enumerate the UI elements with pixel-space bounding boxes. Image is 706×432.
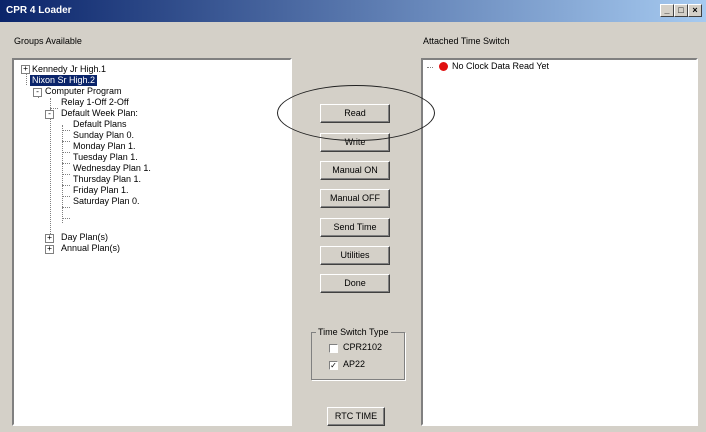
collapse-computer-program-icon[interactable]: - xyxy=(33,88,42,97)
send-time-button[interactable]: Send Time xyxy=(320,218,390,237)
expand-day-plans-icon[interactable]: + xyxy=(45,234,54,243)
ap22-checkbox[interactable]: ✓ xyxy=(329,361,338,370)
tree-node-default-week-plan[interactable]: Default Week Plan: xyxy=(61,108,138,119)
minimize-icon[interactable]: _ xyxy=(660,4,674,17)
tree-node-thursday[interactable]: Thursday Plan 1. xyxy=(73,174,141,185)
time-switch-type-group: Time Switch Type CPR2102 ✓ AP22 xyxy=(311,327,405,380)
tree-node-nixon[interactable]: Nixon Sr High.2 xyxy=(30,75,98,86)
tree-node-wednesday[interactable]: Wednesday Plan 1. xyxy=(73,163,151,174)
window-title: CPR 4 Loader xyxy=(6,5,72,16)
attached-time-switch-panel[interactable]: No Clock Data Read Yet xyxy=(421,58,698,426)
groups-available-label: Groups Available xyxy=(14,36,82,46)
tree-node-saturday[interactable]: Saturday Plan 0. xyxy=(73,196,140,207)
ap22-label: AP22 xyxy=(343,359,366,369)
collapse-default-week-plan-icon[interactable]: - xyxy=(45,110,54,119)
tree-node-computer-program[interactable]: Computer Program xyxy=(45,86,122,97)
cpr2102-checkbox[interactable] xyxy=(329,344,338,353)
tree-node-day-plans[interactable]: Day Plan(s) xyxy=(61,232,108,243)
expand-annual-plans-icon[interactable]: + xyxy=(45,245,54,254)
tree-node-relay[interactable]: Relay 1-Off 2-Off xyxy=(61,97,129,108)
write-button[interactable]: Write xyxy=(320,133,390,152)
close-icon[interactable]: × xyxy=(688,4,702,17)
manual-on-button[interactable]: Manual ON xyxy=(320,161,390,180)
done-button[interactable]: Done xyxy=(320,274,390,293)
time-switch-type-label: Time Switch Type xyxy=(316,327,391,337)
read-button[interactable]: Read xyxy=(320,104,390,123)
tree-node-sunday[interactable]: Sunday Plan 0. xyxy=(73,130,134,141)
tree-node-default-plans[interactable]: Default Plans xyxy=(73,119,127,130)
tree-node-kennedy[interactable]: Kennedy Jr High.1 xyxy=(32,64,106,75)
utilities-button[interactable]: Utilities xyxy=(320,246,390,265)
groups-tree[interactable]: + Kennedy Jr High.1 Nixon Sr High.2 - Co… xyxy=(12,58,292,426)
tree-node-annual-plans[interactable]: Annual Plan(s) xyxy=(61,243,120,254)
title-bar: CPR 4 Loader _ □ × xyxy=(0,0,706,22)
tree-node-friday[interactable]: Friday Plan 1. xyxy=(73,185,129,196)
cpr2102-label: CPR2102 xyxy=(343,342,383,352)
manual-off-button[interactable]: Manual OFF xyxy=(320,189,390,208)
rtc-time-button[interactable]: RTC TIME xyxy=(327,407,385,426)
tree-node-tuesday[interactable]: Tuesday Plan 1. xyxy=(73,152,138,163)
tree-node-monday[interactable]: Monday Plan 1. xyxy=(73,141,136,152)
attached-time-switch-label: Attached Time Switch xyxy=(423,36,510,46)
expand-kennedy-icon[interactable]: + xyxy=(21,65,30,74)
status-dot-icon xyxy=(439,62,448,71)
clock-status-text: No Clock Data Read Yet xyxy=(452,61,550,71)
maximize-icon[interactable]: □ xyxy=(674,4,688,17)
